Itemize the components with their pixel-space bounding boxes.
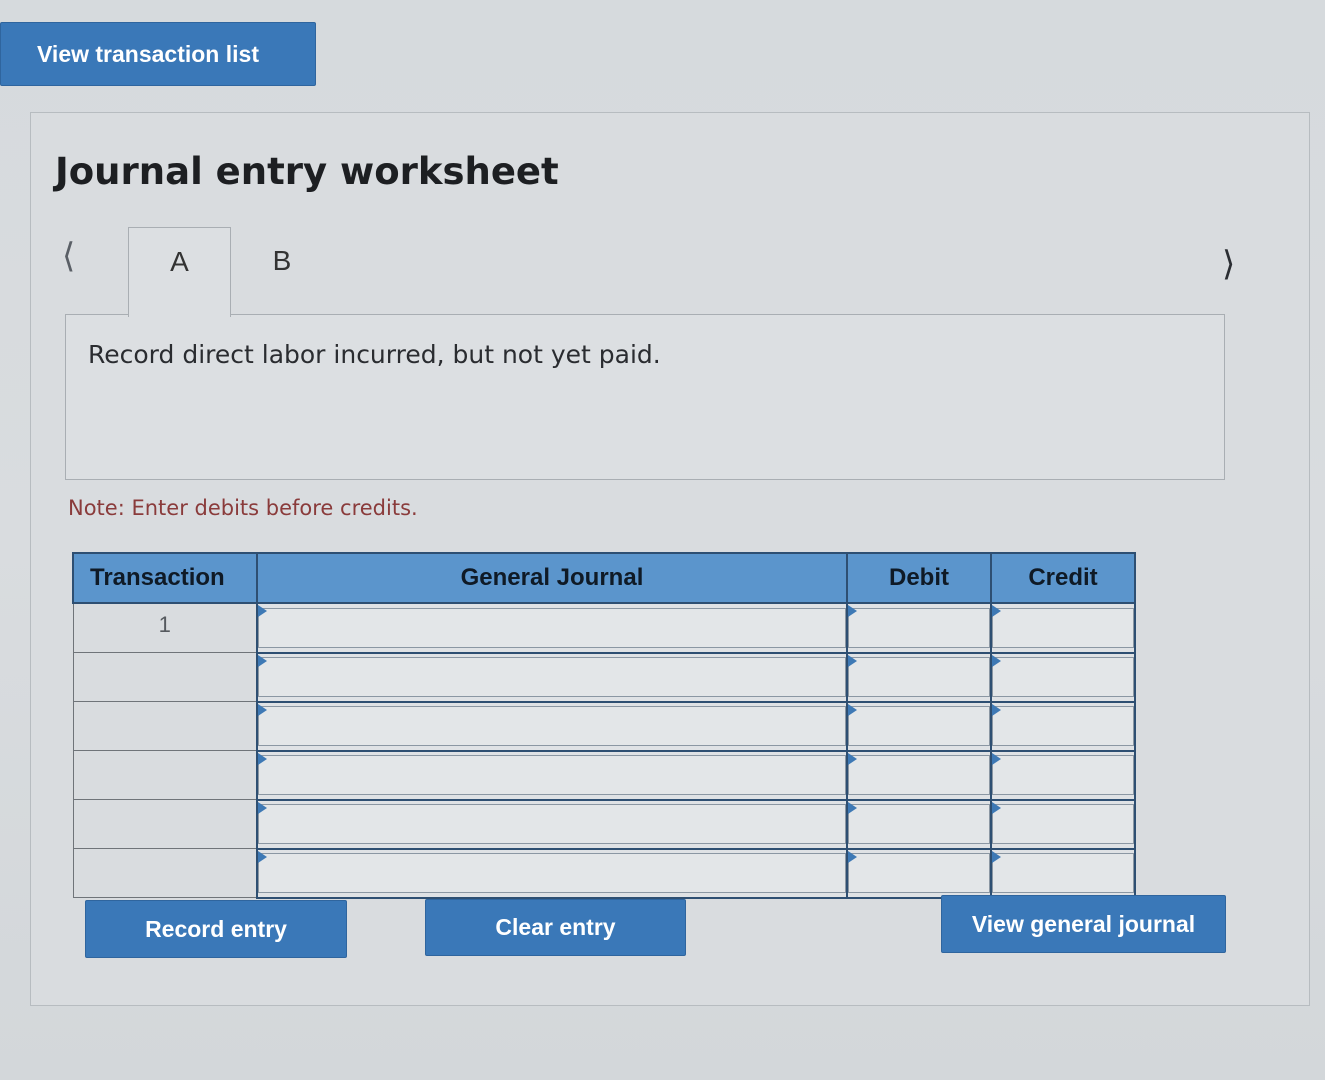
credit-cell <box>990 602 1136 654</box>
transaction-description-box <box>65 314 1225 480</box>
debits-note: Note: Enter debits before credits. <box>68 496 418 520</box>
credit-input[interactable] <box>992 706 1134 746</box>
table-row <box>72 749 1136 801</box>
debit-cell <box>846 602 992 654</box>
account-input[interactable] <box>258 657 846 697</box>
debit-input[interactable] <box>848 853 990 893</box>
dropdown-marker-icon <box>258 605 267 617</box>
debit-cell <box>846 847 992 899</box>
account-cell <box>256 651 848 703</box>
debit-input[interactable] <box>848 607 990 648</box>
credit-cell <box>990 847 1136 899</box>
screen: View transaction list Journal entry work… <box>0 0 1325 1080</box>
account-input[interactable] <box>258 607 846 648</box>
input-marker-icon <box>848 850 857 863</box>
tab-a[interactable]: A <box>128 227 231 317</box>
journal-header-row: Transaction General Journal Debit Credit <box>72 552 1136 604</box>
account-cell <box>256 749 848 801</box>
debit-cell <box>846 700 992 752</box>
view-general-journal-button[interactable]: View general journal <box>941 895 1226 953</box>
credit-cell <box>990 798 1136 850</box>
transaction-description: Record direct labor incurred, but not ye… <box>88 340 661 369</box>
dropdown-marker-icon <box>258 654 267 667</box>
header-general-journal: General Journal <box>256 552 848 604</box>
chevron-left-icon[interactable]: ⟨ <box>62 236 75 276</box>
tab-b-label: B <box>272 245 292 276</box>
debit-input[interactable] <box>848 657 990 697</box>
debit-cell <box>846 749 992 801</box>
account-input[interactable] <box>258 853 846 893</box>
account-input[interactable] <box>258 804 846 844</box>
header-credit: Credit <box>990 552 1136 604</box>
credit-cell <box>990 651 1136 703</box>
record-entry-button[interactable]: Record entry <box>85 900 347 958</box>
tab-b[interactable]: B <box>240 227 324 297</box>
chevron-right-icon[interactable]: ⟩ <box>1222 244 1235 284</box>
account-input[interactable] <box>258 755 846 795</box>
worksheet-title: Journal entry worksheet <box>55 150 559 193</box>
debit-cell <box>846 798 992 850</box>
input-marker-icon <box>992 752 1001 765</box>
input-marker-icon <box>992 703 1001 716</box>
dropdown-marker-icon <box>258 850 267 863</box>
input-marker-icon <box>992 850 1001 863</box>
dropdown-marker-icon <box>258 801 267 814</box>
account-input[interactable] <box>258 706 846 746</box>
transaction-number <box>72 799 258 849</box>
input-marker-icon <box>848 752 857 765</box>
table-row <box>72 700 1136 752</box>
credit-cell <box>990 700 1136 752</box>
tab-a-label: A <box>170 246 189 277</box>
input-marker-icon <box>992 605 1001 617</box>
transaction-number: 1 <box>72 602 258 653</box>
input-marker-icon <box>848 654 857 667</box>
debit-cell <box>846 651 992 703</box>
input-marker-icon <box>848 703 857 716</box>
account-cell <box>256 700 848 752</box>
table-row <box>72 798 1136 850</box>
credit-input[interactable] <box>992 607 1134 648</box>
transaction-number <box>72 750 258 800</box>
table-row: 1 <box>72 602 1136 654</box>
transaction-number <box>72 701 258 751</box>
credit-input[interactable] <box>992 755 1134 795</box>
credit-input[interactable] <box>992 804 1134 844</box>
transaction-number <box>72 652 258 702</box>
account-cell <box>256 602 848 654</box>
credit-input[interactable] <box>992 853 1134 893</box>
table-row <box>72 847 1136 899</box>
input-marker-icon <box>992 654 1001 667</box>
input-marker-icon <box>992 801 1001 814</box>
debit-input[interactable] <box>848 755 990 795</box>
journal-table: Transaction General Journal Debit Credit… <box>72 552 1136 899</box>
input-marker-icon <box>848 605 857 617</box>
view-transaction-list-button[interactable]: View transaction list <box>0 22 316 86</box>
table-row <box>72 651 1136 703</box>
clear-entry-button[interactable]: Clear entry <box>425 899 686 956</box>
header-transaction: Transaction <box>72 552 258 604</box>
dropdown-marker-icon <box>258 752 267 765</box>
credit-cell <box>990 749 1136 801</box>
dropdown-marker-icon <box>258 703 267 716</box>
transaction-number <box>72 848 258 898</box>
input-marker-icon <box>848 801 857 814</box>
credit-input[interactable] <box>992 657 1134 697</box>
account-cell <box>256 847 848 899</box>
debit-input[interactable] <box>848 804 990 844</box>
header-debit: Debit <box>846 552 992 604</box>
debit-input[interactable] <box>848 706 990 746</box>
account-cell <box>256 798 848 850</box>
